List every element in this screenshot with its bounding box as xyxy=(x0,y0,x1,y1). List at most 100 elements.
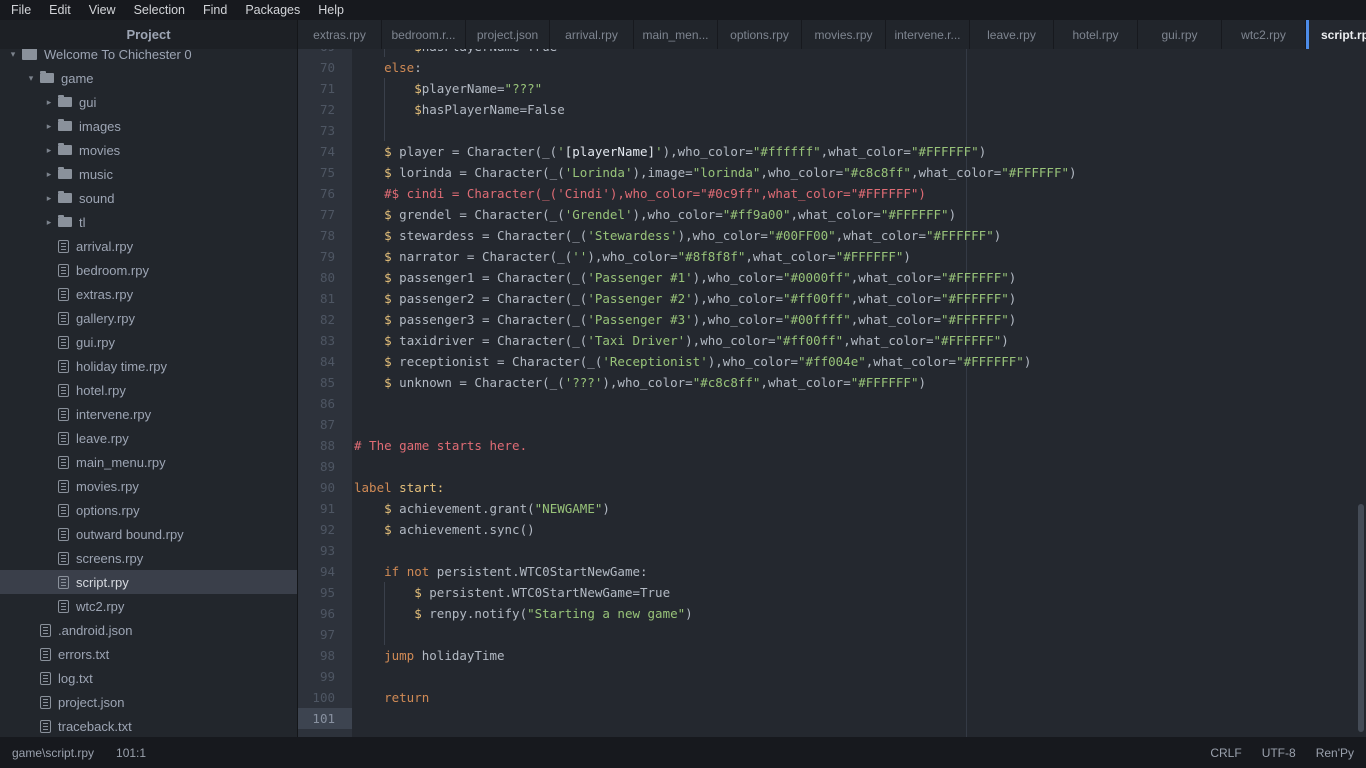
tab-main-men-[interactable]: main_men... xyxy=(634,20,718,49)
tree-item-screens-rpy[interactable]: screens.rpy xyxy=(0,546,297,570)
menu-item-file[interactable]: File xyxy=(2,1,40,19)
code-line-84[interactable]: $ receptionist = Character(_('Receptioni… xyxy=(352,351,1366,372)
menu-item-help[interactable]: Help xyxy=(309,1,353,19)
tree-item-traceback-txt[interactable]: traceback.txt xyxy=(0,714,297,737)
tree-item-game[interactable]: ▾game xyxy=(0,66,297,90)
tree-item-errors-txt[interactable]: errors.txt xyxy=(0,642,297,666)
code-line-79[interactable]: $ narrator = Character(_(''),who_color="… xyxy=(352,246,1366,267)
code-line-82[interactable]: $ passenger3 = Character(_('Passenger #3… xyxy=(352,309,1366,330)
code-line-96[interactable]: $ renpy.notify("Starting a new game") xyxy=(352,603,1366,624)
status-encoding[interactable]: UTF-8 xyxy=(1262,746,1296,760)
tab-hotel-rpy[interactable]: hotel.rpy xyxy=(1054,20,1138,49)
code-line-71[interactable]: $playerName="???" xyxy=(352,78,1366,99)
menu-item-edit[interactable]: Edit xyxy=(40,1,80,19)
code-line-97[interactable] xyxy=(352,624,1366,645)
tree-item-log-txt[interactable]: log.txt xyxy=(0,666,297,690)
code-line-85[interactable]: $ unknown = Character(_('???'),who_color… xyxy=(352,372,1366,393)
tree-item-script-rpy[interactable]: script.rpy xyxy=(0,570,297,594)
status-line-ending[interactable]: CRLF xyxy=(1210,746,1241,760)
code-line-70[interactable]: else: xyxy=(352,57,1366,78)
code-line-92[interactable]: $ achievement.sync() xyxy=(352,519,1366,540)
tree-item-wtc2-rpy[interactable]: wtc2.rpy xyxy=(0,594,297,618)
tree-item-movies-rpy[interactable]: movies.rpy xyxy=(0,474,297,498)
code-line-100[interactable]: return xyxy=(352,687,1366,708)
tree-item-gallery-rpy[interactable]: gallery.rpy xyxy=(0,306,297,330)
code-line-90[interactable]: label start: xyxy=(352,477,1366,498)
tree-item-tl[interactable]: ▸tl xyxy=(0,210,297,234)
chevron-right-icon[interactable]: ▸ xyxy=(42,114,56,138)
code-line-99[interactable] xyxy=(352,666,1366,687)
tab-gui-rpy[interactable]: gui.rpy xyxy=(1138,20,1222,49)
tree-item-leave-rpy[interactable]: leave.rpy xyxy=(0,426,297,450)
tree-item-sound[interactable]: ▸sound xyxy=(0,186,297,210)
tree-item-bedroom-rpy[interactable]: bedroom.rpy xyxy=(0,258,297,282)
status-grammar[interactable]: Ren'Py xyxy=(1316,746,1354,760)
tree-item-images[interactable]: ▸images xyxy=(0,114,297,138)
tab-movies-rpy[interactable]: movies.rpy xyxy=(802,20,886,49)
code-line-94[interactable]: if not persistent.WTC0StartNewGame: xyxy=(352,561,1366,582)
code-line-69[interactable]: $hasPlayerName=True xyxy=(352,49,1366,57)
editor-pane[interactable]: 6970717273747576777879808182838485868788… xyxy=(298,49,1366,737)
code-line-72[interactable]: $hasPlayerName=False xyxy=(352,99,1366,120)
tab-script-rpy[interactable]: script.rpy xyxy=(1306,20,1366,49)
tree-item-movies[interactable]: ▸movies xyxy=(0,138,297,162)
code-line-98[interactable]: jump holidayTime xyxy=(352,645,1366,666)
editor-scrollbar-thumb[interactable] xyxy=(1358,504,1364,732)
menu-item-view[interactable]: View xyxy=(80,1,125,19)
file-icon xyxy=(58,384,69,397)
code-line-101[interactable] xyxy=(352,708,1366,729)
tab-wtc2-rpy[interactable]: wtc2.rpy xyxy=(1222,20,1306,49)
chevron-right-icon[interactable]: ▸ xyxy=(42,186,56,210)
tab-bedroom-r-[interactable]: bedroom.r... xyxy=(382,20,466,49)
tree-item-intervene-rpy[interactable]: intervene.rpy xyxy=(0,402,297,426)
menu-item-packages[interactable]: Packages xyxy=(236,1,309,19)
chevron-right-icon[interactable]: ▸ xyxy=(42,90,56,114)
tree-item-music[interactable]: ▸music xyxy=(0,162,297,186)
tab-project-json[interactable]: project.json xyxy=(466,20,550,49)
menu-item-selection[interactable]: Selection xyxy=(125,1,194,19)
chevron-down-icon[interactable]: ▾ xyxy=(24,66,38,90)
tab-options-rpy[interactable]: options.rpy xyxy=(718,20,802,49)
tree-item-outward-bound-rpy[interactable]: outward bound.rpy xyxy=(0,522,297,546)
code-line-95[interactable]: $ persistent.WTC0StartNewGame=True xyxy=(352,582,1366,603)
status-cursor-position[interactable]: 101:1 xyxy=(116,746,146,760)
tab-extras-rpy[interactable]: extras.rpy xyxy=(298,20,382,49)
code-line-88[interactable]: # The game starts here. xyxy=(352,435,1366,456)
code-line-87[interactable] xyxy=(352,414,1366,435)
tree-item-extras-rpy[interactable]: extras.rpy xyxy=(0,282,297,306)
code-line-74[interactable]: $ player = Character(_('[playerName]'),w… xyxy=(352,141,1366,162)
chevron-down-icon[interactable]: ▾ xyxy=(6,49,20,66)
code-line-81[interactable]: $ passenger2 = Character(_('Passenger #2… xyxy=(352,288,1366,309)
code-line-76[interactable]: #$ cindi = Character(_('Cindi'),who_colo… xyxy=(352,183,1366,204)
code-line-83[interactable]: $ taxidriver = Character(_('Taxi Driver'… xyxy=(352,330,1366,351)
code-line-86[interactable] xyxy=(352,393,1366,414)
code-line-91[interactable]: $ achievement.grant("NEWGAME") xyxy=(352,498,1366,519)
code-line-89[interactable] xyxy=(352,456,1366,477)
code-line-75[interactable]: $ lorinda = Character(_('Lorinda'),image… xyxy=(352,162,1366,183)
chevron-right-icon[interactable]: ▸ xyxy=(42,162,56,186)
status-left: game\script.rpy 101:1 xyxy=(12,746,146,760)
tab-arrival-rpy[interactable]: arrival.rpy xyxy=(550,20,634,49)
code-line-73[interactable] xyxy=(352,120,1366,141)
tree-item-holiday-time-rpy[interactable]: holiday time.rpy xyxy=(0,354,297,378)
code-line-93[interactable] xyxy=(352,540,1366,561)
code-line-80[interactable]: $ passenger1 = Character(_('Passenger #1… xyxy=(352,267,1366,288)
tree-item-options-rpy[interactable]: options.rpy xyxy=(0,498,297,522)
tab-leave-rpy[interactable]: leave.rpy xyxy=(970,20,1054,49)
tab-intervene-r-[interactable]: intervene.r... xyxy=(886,20,970,49)
tree-item-gui-rpy[interactable]: gui.rpy xyxy=(0,330,297,354)
chevron-right-icon[interactable]: ▸ xyxy=(42,210,56,234)
tree-item-welcome-to-chichester-0[interactable]: ▾Welcome To Chichester 0 xyxy=(0,49,297,66)
tree-item-gui[interactable]: ▸gui xyxy=(0,90,297,114)
folder-icon xyxy=(58,193,72,203)
code-line-77[interactable]: $ grendel = Character(_('Grendel'),who_c… xyxy=(352,204,1366,225)
chevron-right-icon[interactable]: ▸ xyxy=(42,138,56,162)
tree-item--android-json[interactable]: .android.json xyxy=(0,618,297,642)
code-area[interactable]: $hasPlayerName=True else: $playerName="?… xyxy=(352,49,1366,737)
tree-item-main-menu-rpy[interactable]: main_menu.rpy xyxy=(0,450,297,474)
menu-item-find[interactable]: Find xyxy=(194,1,236,19)
tree-item-arrival-rpy[interactable]: arrival.rpy xyxy=(0,234,297,258)
tree-item-hotel-rpy[interactable]: hotel.rpy xyxy=(0,378,297,402)
tree-item-project-json[interactable]: project.json xyxy=(0,690,297,714)
code-line-78[interactable]: $ stewardess = Character(_('Stewardess')… xyxy=(352,225,1366,246)
